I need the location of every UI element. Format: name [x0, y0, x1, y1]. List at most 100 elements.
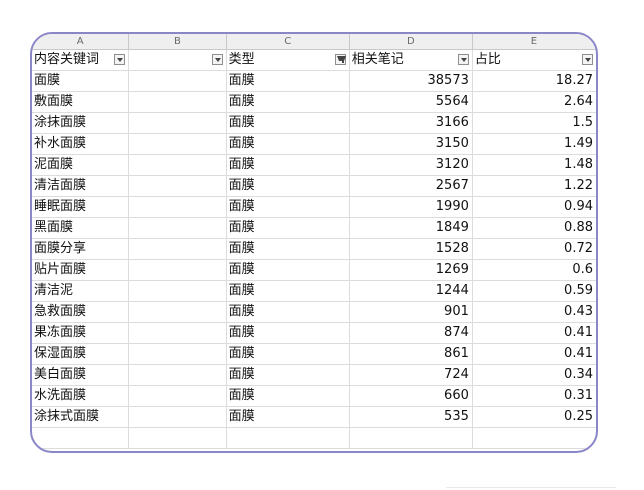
cell-type[interactable]: 面膜	[227, 71, 350, 91]
cell-keyword[interactable]: 涂抹面膜	[32, 113, 130, 133]
cell-share[interactable]: 0.94	[473, 197, 596, 217]
cell-keyword[interactable]: 补水面膜	[32, 134, 130, 154]
cell-keyword[interactable]: 果冻面膜	[32, 323, 130, 343]
cell-blank[interactable]	[129, 407, 227, 427]
header-type[interactable]: 类型	[227, 50, 350, 70]
cell-type[interactable]: 面膜	[227, 239, 350, 259]
cell-share[interactable]: 1.5	[473, 113, 596, 133]
cell-share[interactable]: 0.59	[473, 281, 596, 301]
column-letter-d[interactable]: D	[350, 34, 473, 49]
cell-type[interactable]: 面膜	[227, 281, 350, 301]
cell-blank[interactable]	[129, 92, 227, 112]
cell-type[interactable]: 面膜	[227, 176, 350, 196]
cell-keyword[interactable]: 敷面膜	[32, 92, 130, 112]
cell-keyword[interactable]: 面膜分享	[32, 239, 130, 259]
cell-type[interactable]: 面膜	[227, 197, 350, 217]
cell-notes[interactable]: 1244	[350, 281, 473, 301]
cell-blank[interactable]	[129, 176, 227, 196]
cell-notes[interactable]: 1528	[350, 239, 473, 259]
cell-keyword[interactable]: 贴片面膜	[32, 260, 130, 280]
header-share[interactable]: 占比	[473, 50, 596, 70]
cell-empty[interactable]	[473, 428, 596, 448]
cell-notes[interactable]: 5564	[350, 92, 473, 112]
dropdown-arrow-icon[interactable]	[582, 54, 593, 65]
cell-type[interactable]: 面膜	[227, 260, 350, 280]
cell-empty[interactable]	[129, 428, 227, 448]
cell-notes[interactable]: 3150	[350, 134, 473, 154]
cell-blank[interactable]	[129, 218, 227, 238]
cell-blank[interactable]	[129, 197, 227, 217]
cell-notes[interactable]: 724	[350, 365, 473, 385]
header-keyword[interactable]: 内容关键词	[32, 50, 130, 70]
cell-keyword[interactable]: 睡眠面膜	[32, 197, 130, 217]
cell-empty[interactable]	[32, 428, 130, 448]
cell-share[interactable]: 1.49	[473, 134, 596, 154]
cell-share[interactable]: 0.25	[473, 407, 596, 427]
cell-blank[interactable]	[129, 365, 227, 385]
cell-notes[interactable]: 1990	[350, 197, 473, 217]
cell-notes[interactable]: 874	[350, 323, 473, 343]
column-letter-e[interactable]: E	[473, 34, 596, 49]
cell-type[interactable]: 面膜	[227, 365, 350, 385]
cell-share[interactable]: 0.41	[473, 344, 596, 364]
cell-blank[interactable]	[129, 71, 227, 91]
cell-keyword[interactable]: 清洁面膜	[32, 176, 130, 196]
cell-type[interactable]: 面膜	[227, 344, 350, 364]
cell-type[interactable]: 面膜	[227, 218, 350, 238]
cell-type[interactable]: 面膜	[227, 113, 350, 133]
cell-empty[interactable]	[227, 428, 350, 448]
header-notes[interactable]: 相关笔记	[350, 50, 473, 70]
cell-blank[interactable]	[129, 260, 227, 280]
cell-type[interactable]: 面膜	[227, 407, 350, 427]
cell-notes[interactable]: 660	[350, 386, 473, 406]
cell-keyword[interactable]: 清洁泥	[32, 281, 130, 301]
cell-blank[interactable]	[129, 155, 227, 175]
cell-type[interactable]: 面膜	[227, 302, 350, 322]
cell-share[interactable]: 1.22	[473, 176, 596, 196]
cell-share[interactable]: 0.31	[473, 386, 596, 406]
cell-share[interactable]: 0.72	[473, 239, 596, 259]
cell-keyword[interactable]: 保湿面膜	[32, 344, 130, 364]
cell-empty[interactable]	[350, 428, 473, 448]
cell-blank[interactable]	[129, 134, 227, 154]
dropdown-arrow-icon[interactable]	[457, 54, 469, 65]
dropdown-arrow-icon[interactable]	[114, 54, 126, 65]
cell-blank[interactable]	[129, 344, 227, 364]
cell-keyword[interactable]: 泥面膜	[32, 155, 130, 175]
cell-keyword[interactable]: 急救面膜	[32, 302, 130, 322]
cell-notes[interactable]: 901	[350, 302, 473, 322]
header-blank[interactable]	[129, 50, 227, 70]
cell-type[interactable]: 面膜	[227, 386, 350, 406]
cell-keyword[interactable]: 黑面膜	[32, 218, 130, 238]
cell-blank[interactable]	[129, 239, 227, 259]
cell-blank[interactable]	[129, 323, 227, 343]
cell-share[interactable]: 0.43	[473, 302, 596, 322]
cell-type[interactable]: 面膜	[227, 323, 350, 343]
column-letter-a[interactable]: A	[32, 34, 130, 49]
cell-type[interactable]: 面膜	[227, 92, 350, 112]
column-letter-b[interactable]: B	[129, 34, 227, 49]
cell-share[interactable]: 0.34	[473, 365, 596, 385]
cell-blank[interactable]	[129, 386, 227, 406]
cell-blank[interactable]	[129, 281, 227, 301]
cell-keyword[interactable]: 水洗面膜	[32, 386, 130, 406]
cell-share[interactable]: 0.88	[473, 218, 596, 238]
cell-notes[interactable]: 2567	[350, 176, 473, 196]
cell-notes[interactable]: 1269	[350, 260, 473, 280]
cell-share[interactable]: 0.41	[473, 323, 596, 343]
cell-notes[interactable]: 3120	[350, 155, 473, 175]
cell-blank[interactable]	[129, 302, 227, 322]
cell-blank[interactable]	[129, 113, 227, 133]
cell-type[interactable]: 面膜	[227, 155, 350, 175]
cell-keyword[interactable]: 美白面膜	[32, 365, 130, 385]
cell-share[interactable]: 0.6	[473, 260, 596, 280]
column-letter-c[interactable]: C	[227, 34, 350, 49]
cell-type[interactable]: 面膜	[227, 134, 350, 154]
cell-notes[interactable]: 1849	[350, 218, 473, 238]
filter-active-icon[interactable]	[334, 54, 346, 65]
cell-keyword[interactable]: 面膜	[32, 71, 130, 91]
cell-notes[interactable]: 38573	[350, 71, 473, 91]
cell-keyword[interactable]: 涂抹式面膜	[32, 407, 130, 427]
dropdown-arrow-icon[interactable]	[211, 54, 223, 65]
cell-notes[interactable]: 535	[350, 407, 473, 427]
